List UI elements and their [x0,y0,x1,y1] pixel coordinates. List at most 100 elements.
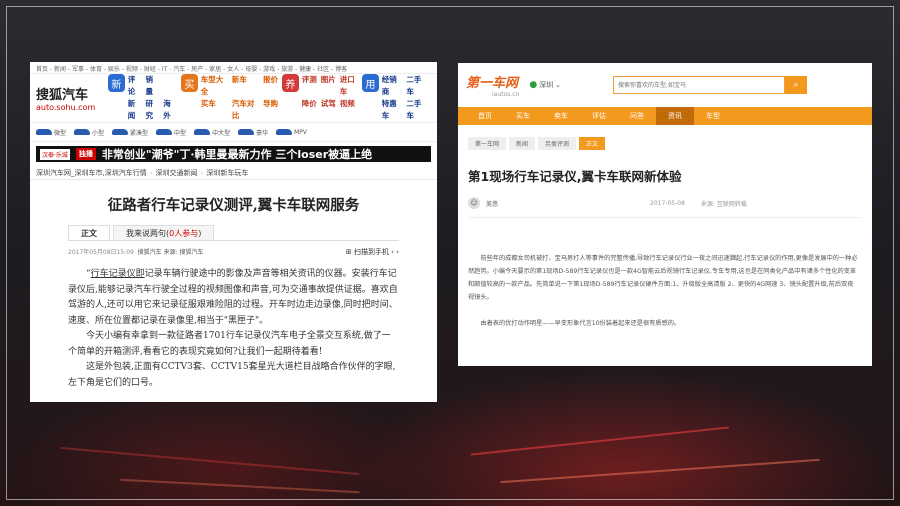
nav-link[interactable]: 海外 [163,98,177,122]
nav-link[interactable]: 评论 [128,74,142,98]
paragraph: 这是外包装,正面有CCTV3套、CCTV15套星光大道栏目战略合作伙伴的字眼,左… [68,362,396,388]
breadcrumb-item[interactable]: 正文 [579,137,606,150]
search-icon[interactable]: ⌕ [785,76,808,94]
car-type-label: 紧凑型 [130,129,149,137]
nav-link[interactable]: 新闻 [128,98,142,122]
iautos-article-screenshot: 第一车网 iautos.cn ● 深圳 ⌄ ⌕ 首页买车卖车评估问答资讯车型 第… [458,63,872,366]
nav-group: 养评测 图片 进口车 降价 试驾 视频 [281,74,358,122]
site-logo[interactable]: 搜狐汽车 auto.sohu.com [36,84,108,112]
nav-link[interactable]: 评测 [302,74,317,98]
main-nav: 新评论 销量 新闻 研究 海外买车型大全 新车 报价 买车 汽车对比 导购养评测 图片 进口车 降价 试驾… [108,74,431,122]
article-tabs: 正文 我来说两句(0人参与) [68,225,399,241]
car-type-bar: 微型 小型 紧凑型 中型 中大型 豪华 MPV [30,122,437,142]
search-box: ⌕ [613,76,808,94]
car-type-item[interactable]: 豪华 [238,128,268,137]
nav-link[interactable]: 导购 [263,98,278,122]
car-type-label: 中型 [174,129,187,137]
nav-link[interactable]: 经销商 [382,74,403,98]
car-type-item[interactable]: MPV [276,129,307,136]
nav-link[interactable]: 车型大全 [201,74,228,98]
nav-group-icon: 新 [108,74,125,92]
site-header: 第一车网 iautos.cn ● 深圳 ⌄ ⌕ [458,63,872,107]
car-icon [36,129,52,135]
banner-brand: 汉泰·乐城 [40,148,70,160]
sohu-article-screenshot: 首页 - 新闻 - 军事 - 体育 - 娱乐 - 视频 - 财经 - IT - … [30,62,437,402]
nav-link[interactable]: 试驾 [321,98,336,110]
paragraph: 前些年的成都女司机被打、宝马男打人等事件的完整传播,导致行车记录仪行业一夜之间迅… [468,255,858,301]
tab-main-text[interactable]: 正文 [68,225,110,240]
banner-badge: 独播 [75,148,96,160]
ad-banner[interactable]: 汉泰·乐城 独播 非常创业"潮爷"丁·韩里曼最新力作 三个loser被逼上绝 [36,146,431,162]
nav-link[interactable]: 二手车 [406,98,427,122]
search-input[interactable] [613,76,786,94]
article-body: “行车记录仪即记录车辆行驶途中的影像及声音等相关资讯的仪器。安装行车记录仪后,能… [68,267,399,391]
article-source: 来源: 互联网转载 [700,200,747,208]
nav-item[interactable]: 问答 [618,107,656,125]
breadcrumb-item[interactable]: 新闻 [509,137,536,150]
author-name[interactable]: 美悠 [486,199,498,208]
publish-date: 2017年05月08日15:09 [68,249,134,256]
car-type-label: 小型 [92,129,105,137]
breadcrumb-item[interactable]: 深圳交通新闻 [156,169,198,177]
car-type-label: 中大型 [212,129,231,137]
publish-date: 2017-05-08 [650,199,685,207]
nav-item[interactable]: 资讯 [656,107,694,125]
car-type-label: 微型 [54,129,67,137]
chevron-down-icon: ⌄ [555,81,562,89]
tab-comments[interactable]: 我来说两句(0人参与) [113,225,215,240]
nav-link[interactable]: 汽车对比 [232,98,259,122]
nav-item[interactable]: 车型 [694,107,732,125]
breadcrumb: 深圳汽车网_深圳车市,深圳汽车行情 › 深圳交通新闻 › 深圳新车玩车 [30,166,437,180]
car-type-item[interactable]: 微型 [36,128,66,137]
car-icon [112,129,129,135]
car-type-item[interactable]: 中大型 [194,128,230,137]
car-type-item[interactable]: 小型 [74,128,104,137]
nav-group: 买车型大全 新车 报价买车 汽车对比 导购 [181,74,278,122]
nav-group: 新评论 销量 新闻 研究 海外 [108,74,177,122]
breadcrumb-item[interactable]: 另类评测 [538,137,577,150]
nav-item[interactable]: 买车 [504,107,542,125]
location-pin-icon: ● [529,80,538,90]
breadcrumb: 第一车网 新闻 另类评测 正文 [458,125,872,150]
breadcrumb-item[interactable]: 深圳新车玩车 [206,169,248,177]
comment-count: 0人参与 [169,229,199,238]
nav-link[interactable]: 降价 [302,98,317,110]
breadcrumb-item[interactable]: 深圳汽车网_深圳车市,深圳汽车行情 [36,169,147,177]
nav-link[interactable]: 特惠车 [382,98,403,122]
nav-item[interactable]: 卖车 [542,107,580,125]
article-title: 第1现场行车记录仪,翼卡车联网新体验 [468,169,682,184]
article-meta: ☺ 美悠 2017-05-08 来源: 互联网转载 [458,185,872,209]
car-type-label: 豪华 [256,129,269,137]
site-header: 搜狐汽车 auto.sohu.com 新评论 销量 新闻 研究 海外买车型大全 新车 报价买… [30,74,437,122]
logo-name: 搜狐汽车 [36,88,89,103]
nav-item[interactable]: 首页 [466,107,504,125]
car-type-item[interactable]: 紧凑型 [112,128,148,137]
car-icon [194,129,211,135]
car-type-label: MPV [294,128,307,136]
nav-link[interactable]: 买车 [201,98,228,122]
logo-name: 第一车网 [466,76,519,91]
nav-link[interactable]: 销量 [145,74,159,98]
logo-domain: auto.sohu.com [36,103,96,112]
nav-item[interactable]: 评估 [580,107,618,125]
city-name: 深圳 [539,81,554,89]
nav-link[interactable]: 研究 [145,98,159,122]
nav-link[interactable]: 视频 [340,98,358,110]
nav-group-icon: 用 [361,74,379,92]
paragraph: 今天小编有幸拿到一款征路者1701行车记录仪汽车电子全景交互系统,做了一个简单的… [68,331,391,357]
city-selector[interactable]: ● 深圳 ⌄ [529,80,561,90]
nav-link[interactable]: 图片 [321,74,336,98]
share-tools[interactable]: ⊞ 扫描到手机 ‹ › [346,247,399,257]
nav-link[interactable]: 报价 [263,74,278,98]
nav-link[interactable]: 新车 [232,74,259,98]
nav-group-icon: 买 [181,74,198,92]
breadcrumb-item[interactable]: 第一车网 [468,137,507,150]
car-icon [156,129,173,135]
car-type-item[interactable]: 中型 [156,128,186,137]
nav-link[interactable]: 二手车 [406,74,427,98]
banner-text: 非常创业"潮爷"丁·韩里曼最新力作 三个loser被逼上绝 [101,148,373,161]
nav-link[interactable]: 进口车 [340,74,358,98]
car-icon [74,129,91,135]
top-links[interactable]: 首页 - 新闻 - 军事 - 体育 - 娱乐 - 视频 - 财经 - IT - … [30,62,437,74]
site-logo[interactable]: 第一车网 iautos.cn [466,72,519,98]
